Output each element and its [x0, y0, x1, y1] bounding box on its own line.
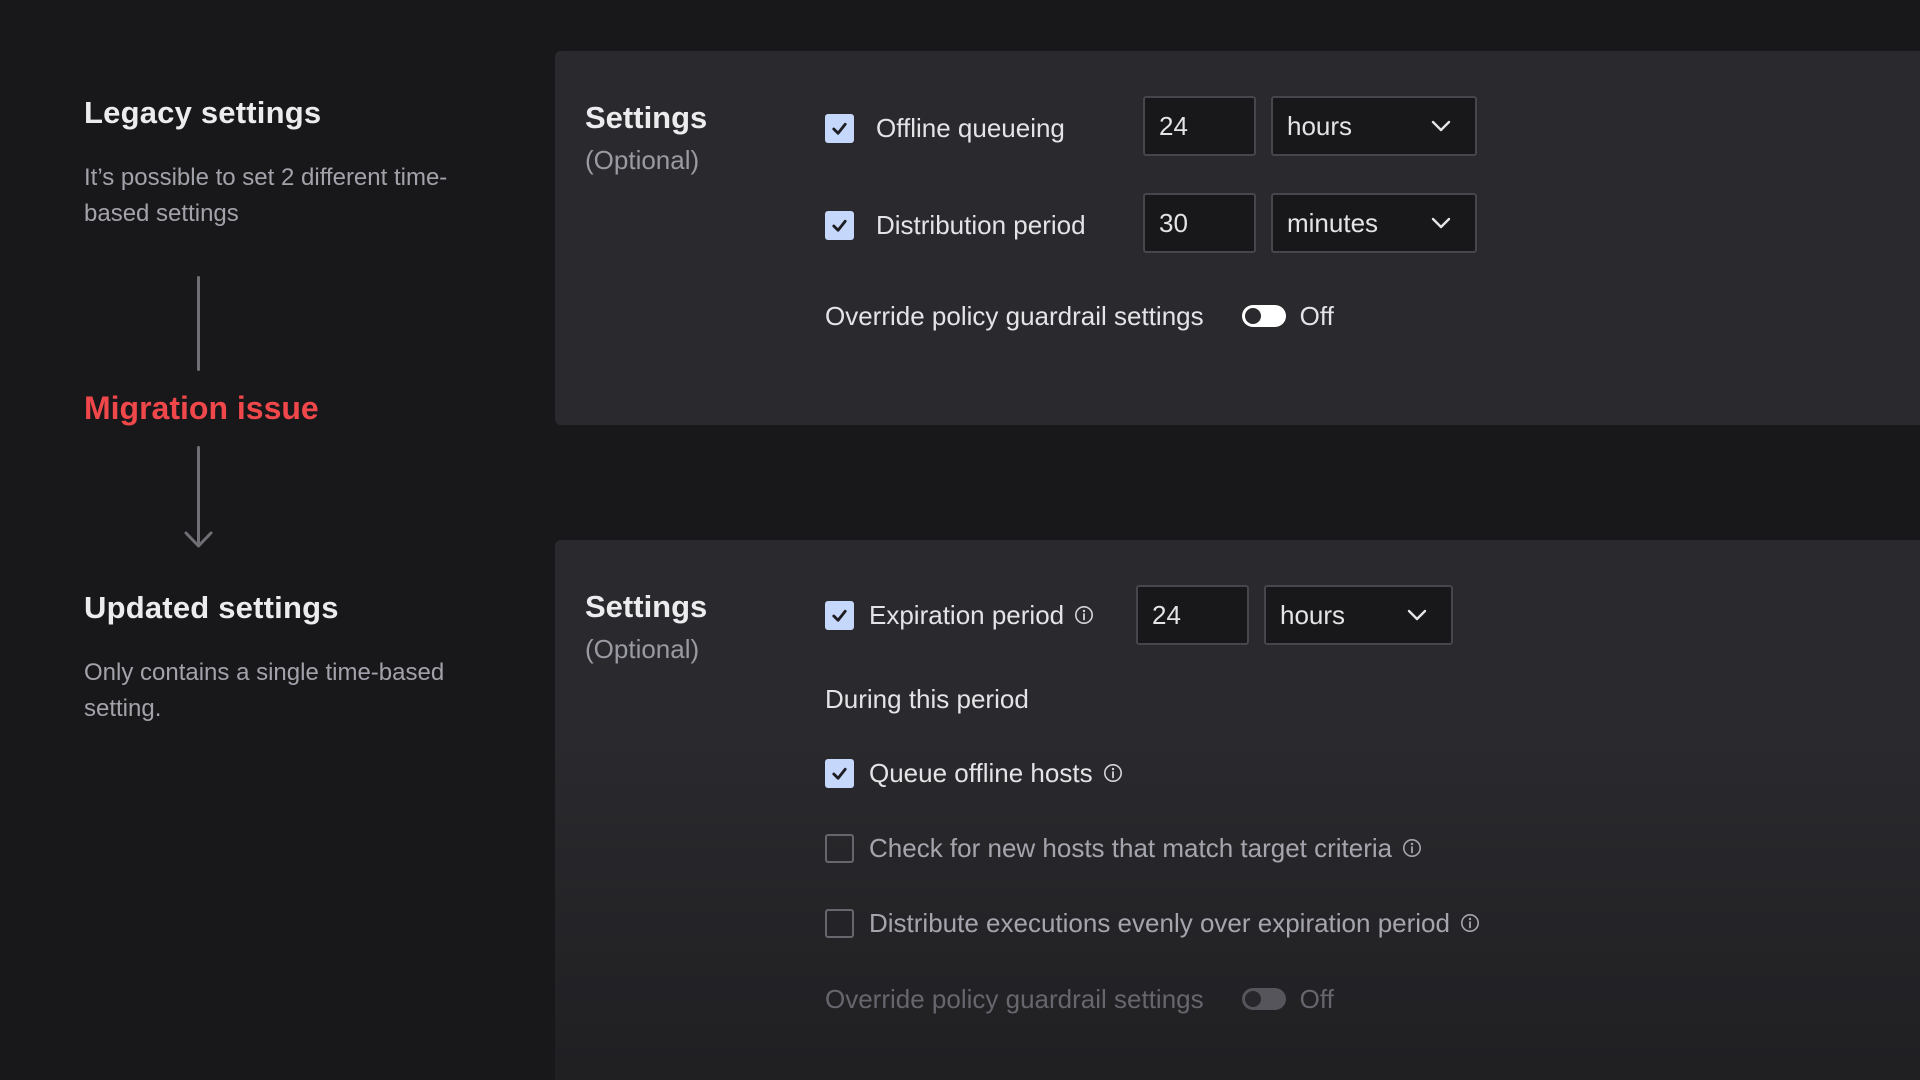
expiration-period-value-input[interactable]: 24	[1136, 585, 1249, 645]
select-value: minutes	[1287, 207, 1379, 238]
override-guardrail-row: Override policy guardrail settings Off	[825, 296, 1334, 336]
check-new-hosts-checkbox[interactable]	[825, 833, 854, 863]
expiration-period-label: Expiration period	[869, 599, 1065, 630]
expiration-period-unit-select[interactable]: hours	[1264, 585, 1453, 645]
override-guardrail-state: Off	[1299, 300, 1334, 331]
queue-offline-hosts-label: Queue offline hosts	[869, 757, 1093, 788]
distribute-evenly-label: Distribute executions evenly over expira…	[869, 907, 1450, 938]
migration-issue-label: Migration issue	[84, 390, 319, 426]
check-icon	[832, 122, 847, 135]
override-guardrail-toggle[interactable]	[1241, 988, 1286, 1010]
panel-subtitle: (Optional)	[585, 634, 700, 664]
chevron-down-icon	[1407, 609, 1427, 621]
check-icon	[832, 219, 847, 232]
offline-queueing-label: Offline queueing	[876, 112, 1065, 143]
distribution-period-row: Distribution period	[825, 205, 1086, 245]
distribution-period-checkbox[interactable]	[825, 210, 854, 240]
expiration-period-checkbox[interactable]	[825, 600, 854, 630]
updated-settings-description: Only contains a single time-based settin…	[84, 659, 445, 722]
override-guardrail-label: Override policy guardrail settings	[825, 300, 1204, 331]
panel-title: Settings	[585, 100, 708, 135]
distribute-evenly-checkbox[interactable]	[825, 908, 854, 938]
override-guardrail-state: Off	[1299, 983, 1334, 1014]
check-new-hosts-row: Check for new hosts that match target cr…	[825, 828, 1422, 868]
during-period-label: During this period	[825, 684, 1029, 714]
offline-queueing-row: Offline queueing	[825, 108, 1065, 148]
distribution-period-value-input[interactable]: 30	[1143, 193, 1256, 253]
override-guardrail-label: Override policy guardrail settings	[825, 983, 1204, 1014]
info-icon[interactable]	[1074, 605, 1094, 625]
queue-offline-hosts-row: Queue offline hosts	[825, 753, 1123, 793]
distribution-period-unit-select[interactable]: minutes	[1271, 193, 1477, 253]
toggle-knob	[1244, 991, 1261, 1007]
toggle-knob	[1244, 308, 1261, 324]
updated-settings-title: Updated settings	[84, 590, 339, 625]
check-icon	[832, 767, 847, 780]
legacy-settings-title: Legacy settings	[84, 95, 322, 130]
offline-queueing-value-input[interactable]: 24	[1143, 96, 1256, 156]
chevron-down-icon	[1431, 120, 1451, 132]
select-value: hours	[1280, 599, 1346, 630]
distribute-evenly-row: Distribute executions evenly over expira…	[825, 903, 1480, 943]
arrow-down-icon	[184, 531, 213, 548]
override-guardrail-row: Override policy guardrail settings Off	[825, 979, 1334, 1019]
queue-offline-hosts-checkbox[interactable]	[825, 758, 854, 788]
panel-title: Settings	[585, 589, 708, 624]
override-guardrail-toggle[interactable]	[1241, 305, 1286, 327]
offline-queueing-unit-select[interactable]: hours	[1271, 96, 1477, 156]
updated-settings-panel: Settings (Optional) Expiration period 24…	[555, 540, 1920, 1080]
check-new-hosts-label: Check for new hosts that match target cr…	[869, 832, 1393, 863]
legacy-settings-panel: Settings (Optional) Offline queueing 24 …	[555, 51, 1920, 425]
check-icon	[832, 609, 847, 622]
panel-subtitle: (Optional)	[585, 145, 700, 175]
info-icon[interactable]	[1460, 913, 1480, 933]
distribution-period-label: Distribution period	[876, 209, 1086, 240]
info-icon[interactable]	[1402, 838, 1422, 858]
info-icon[interactable]	[1103, 763, 1123, 783]
connector-line-top	[197, 276, 200, 371]
migration-comparison: Legacy settings It’s possible to set 2 d…	[0, 0, 1920, 1080]
legacy-settings-description: It’s possible to set 2 different time-ba…	[84, 164, 448, 227]
select-value: hours	[1287, 110, 1353, 141]
chevron-down-icon	[1431, 217, 1451, 229]
expiration-period-row: Expiration period	[825, 595, 1094, 635]
offline-queueing-checkbox[interactable]	[825, 113, 854, 143]
